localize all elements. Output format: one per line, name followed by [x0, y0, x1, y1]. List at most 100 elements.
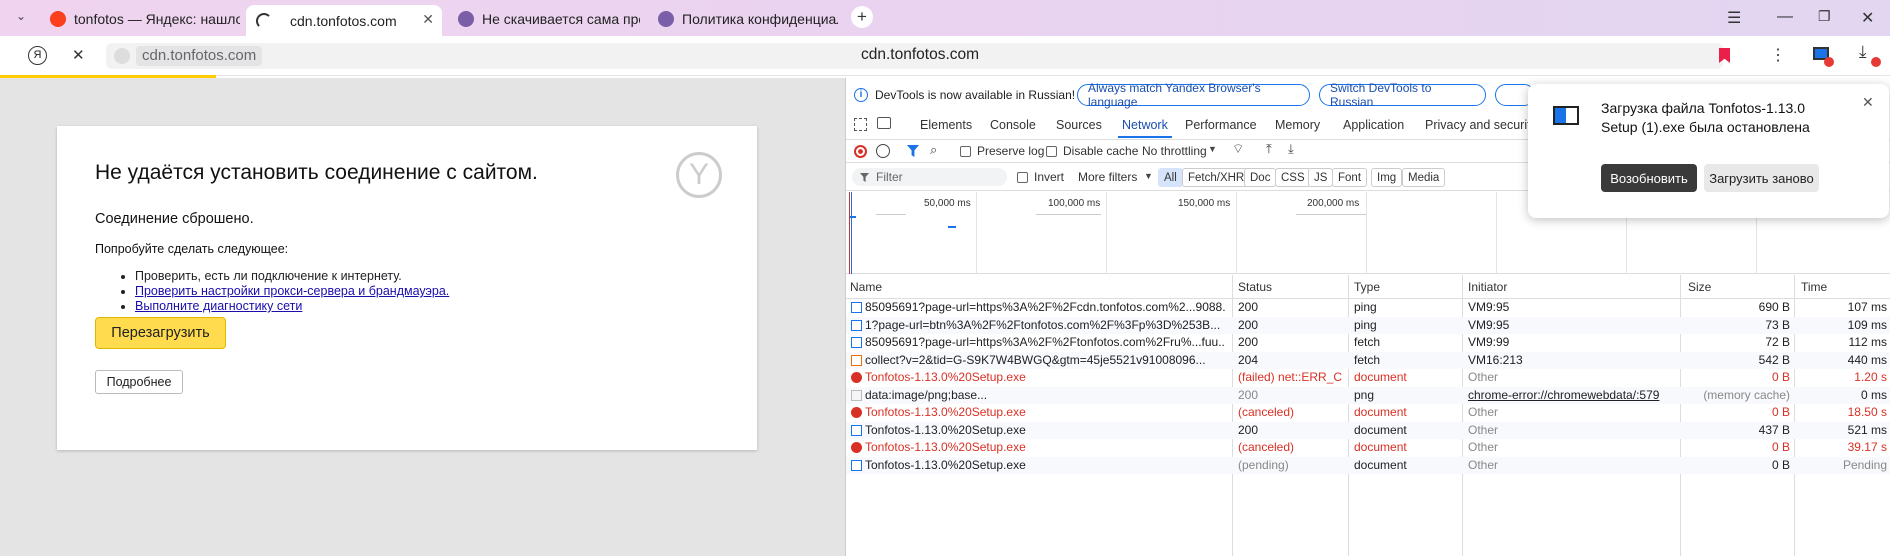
timeline-gridline — [1366, 192, 1367, 274]
table-row[interactable]: Tonfotos-1.13.0%20Setup.exe 200 document Ot… — [846, 421, 1890, 439]
table-row[interactable]: 85095691?page-url=https%3A%2F%2Fcdn.tonf… — [846, 299, 1890, 317]
column-initiator[interactable]: Initiator — [1468, 275, 1507, 299]
cell-name: 85095691?page-url=https%3A%2F%2Fcdn.tonf… — [865, 300, 1225, 314]
search-icon[interactable]: ⌕ — [930, 142, 937, 158]
suggestion-diagnostics-link[interactable]: Выполните диагностику сети — [135, 299, 449, 314]
stop-loading-icon[interactable]: ✕ — [72, 46, 85, 64]
cell-status: (failed) net::ERR_C... — [1238, 370, 1343, 384]
tab-download-issue[interactable]: Не скачивается сама прог — [448, 5, 640, 33]
tab-privacy-security[interactable]: Privacy and security — [1425, 112, 1537, 138]
cell-type: document — [1354, 422, 1407, 437]
cell-name: Tonfotos-1.13.0%20Setup.exe — [865, 440, 1026, 454]
column-type[interactable]: Type — [1354, 275, 1380, 299]
close-icon[interactable]: ✕ — [422, 11, 434, 28]
proxy-settings-link[interactable]: Проверить настройки прокси-сервера и бра… — [135, 284, 449, 298]
download-icon[interactable]: ⤓ — [1859, 42, 1867, 62]
tab-elements[interactable]: Elements — [920, 112, 972, 138]
column-name[interactable]: Name — [850, 275, 882, 299]
more-filters-select[interactable]: More filters — [1078, 170, 1137, 184]
timeline-bar — [1296, 214, 1366, 215]
url-chip[interactable]: cdn.tonfotos.com — [136, 46, 263, 66]
cell-initiator: VM9:95 — [1468, 317, 1510, 332]
cell-status: 200 — [1238, 387, 1259, 402]
inspect-icon[interactable] — [854, 118, 867, 131]
filter-js[interactable]: JS — [1308, 168, 1334, 187]
bookmark-icon[interactable] — [1719, 48, 1730, 63]
network-diagnostics-link[interactable]: Выполните диагностику сети — [135, 299, 302, 313]
resume-button[interactable]: Возобновить — [1601, 164, 1697, 192]
suggestion-proxy-link[interactable]: Проверить настройки прокси-сервера и бра… — [135, 284, 449, 299]
preserve-log-checkbox[interactable] — [960, 146, 971, 157]
new-tab-button[interactable]: + — [851, 6, 873, 28]
tab-console[interactable]: Console — [990, 112, 1036, 138]
column-status[interactable]: Status — [1238, 275, 1272, 299]
tab-performance[interactable]: Performance — [1185, 112, 1257, 138]
cell-initiator: Other — [1468, 457, 1499, 472]
column-size[interactable]: Size — [1688, 275, 1711, 299]
table-row[interactable]: Tonfotos-1.13.0%20Setup.exe (pending) docu… — [846, 456, 1890, 474]
document-icon — [851, 424, 862, 436]
record-icon[interactable] — [854, 145, 867, 158]
table-row[interactable]: collect?v=2&tid=G-S9K7W4BWGQ&gtm=45je552… — [846, 351, 1890, 369]
omnibox[interactable]: cdn.tonfotos.com cdn.tonfotos.com — [106, 43, 1730, 69]
close-icon[interactable]: ✕ — [1862, 94, 1874, 111]
throttling-select[interactable]: No throttling — [1142, 144, 1207, 158]
close-window-button[interactable]: ✕ — [1861, 8, 1874, 28]
tab-privacy-policy[interactable]: Политика конфиденциаль — [648, 5, 838, 33]
error-icon — [851, 407, 862, 418]
disable-cache-checkbox[interactable] — [1046, 146, 1057, 157]
info-text: DevTools is now available in Russian! — [875, 88, 1076, 102]
import-har-icon[interactable]: ⤒ — [1266, 141, 1272, 157]
timeline-marker-blue — [851, 192, 852, 274]
filter-css[interactable]: CSS — [1275, 168, 1311, 187]
filter-icon[interactable] — [907, 145, 919, 157]
table-row[interactable]: Tonfotos-1.13.0%20Setup.exe (canceled) doc… — [846, 404, 1890, 422]
document-icon — [851, 319, 862, 331]
download-again-button[interactable]: Загрузить заново — [1704, 164, 1819, 192]
details-button[interactable]: Подробнее — [95, 370, 183, 394]
network-conditions-icon[interactable]: ⌔ — [1232, 141, 1244, 157]
table-row[interactable]: Tonfotos-1.13.0%20Setup.exe (canceled) doc… — [846, 439, 1890, 457]
cell-name: Tonfotos-1.13.0%20Setup.exe — [865, 422, 1026, 437]
cell-time: Pending — [1842, 457, 1887, 472]
match-language-button[interactable]: Always match Yandex Browser's language — [1077, 81, 1310, 109]
filter-media[interactable]: Media — [1402, 168, 1446, 187]
cell-initiator: VM9:95 — [1468, 300, 1510, 314]
notification-badge — [1824, 57, 1834, 67]
column-time[interactable]: Time — [1801, 275, 1827, 299]
tab-yandex-search[interactable]: tonfotos — Яндекс: нашлось — [40, 5, 240, 33]
clear-icon[interactable] — [876, 144, 890, 158]
filter-img[interactable]: Img — [1371, 168, 1403, 187]
filter-doc[interactable]: Doc — [1244, 168, 1277, 187]
cell-size: (memory cache) — [1703, 387, 1790, 402]
table-row[interactable]: data:image/png;base... 200 png chrome-error… — [846, 386, 1890, 404]
cell-type: document — [1354, 370, 1407, 384]
invert-checkbox[interactable] — [1017, 172, 1028, 183]
table-row[interactable]: 85095691?page-url=https%3A%2F%2Ftonfotos… — [846, 334, 1890, 352]
table-row[interactable]: Tonfotos-1.13.0%20Setup.exe (failed) net:… — [846, 369, 1890, 387]
filter-input[interactable]: Filter — [852, 168, 1007, 186]
tab-cdn-tonfotos[interactable]: cdn.tonfotos.com ✕ — [246, 5, 442, 36]
minimize-button[interactable]: — — [1777, 8, 1793, 26]
more-options-icon[interactable]: ⋮ — [1770, 45, 1786, 65]
tab-application[interactable]: Application — [1343, 112, 1404, 138]
cell-initiator[interactable]: chrome-error://chromewebdata/:579 — [1468, 387, 1676, 404]
restore-button[interactable]: ❐ — [1818, 8, 1831, 25]
tab-network[interactable]: Network — [1118, 112, 1172, 138]
device-toolbar-icon[interactable] — [877, 117, 891, 129]
tab-list-chevron-icon[interactable]: ⌄ — [16, 9, 26, 23]
reload-button[interactable]: Перезагрузить — [95, 317, 226, 349]
tab-sources[interactable]: Sources — [1056, 112, 1102, 138]
site-settings-icon[interactable] — [114, 48, 130, 64]
export-har-icon[interactable]: ⤓ — [1288, 141, 1294, 157]
address-toolbar: Я ✕ cdn.tonfotos.com cdn.tonfotos.com ⋮ … — [0, 36, 1890, 76]
timeline-label: 200,000 ms — [1307, 198, 1360, 209]
filter-all[interactable]: All — [1158, 168, 1183, 187]
tab-memory[interactable]: Memory — [1275, 112, 1320, 138]
filter-fetch-xhr[interactable]: Fetch/XHR — [1182, 168, 1251, 187]
filter-font[interactable]: Font — [1332, 168, 1368, 187]
yandex-logo-icon[interactable]: Я — [28, 46, 47, 65]
menu-icon[interactable]: ☰ — [1727, 8, 1741, 28]
table-row[interactable]: 1?page-url=btn%3A%2F%2Ftonfotos.com%2F%3… — [846, 316, 1890, 334]
switch-language-button[interactable]: Switch DevTools to Russian — [1319, 81, 1486, 109]
